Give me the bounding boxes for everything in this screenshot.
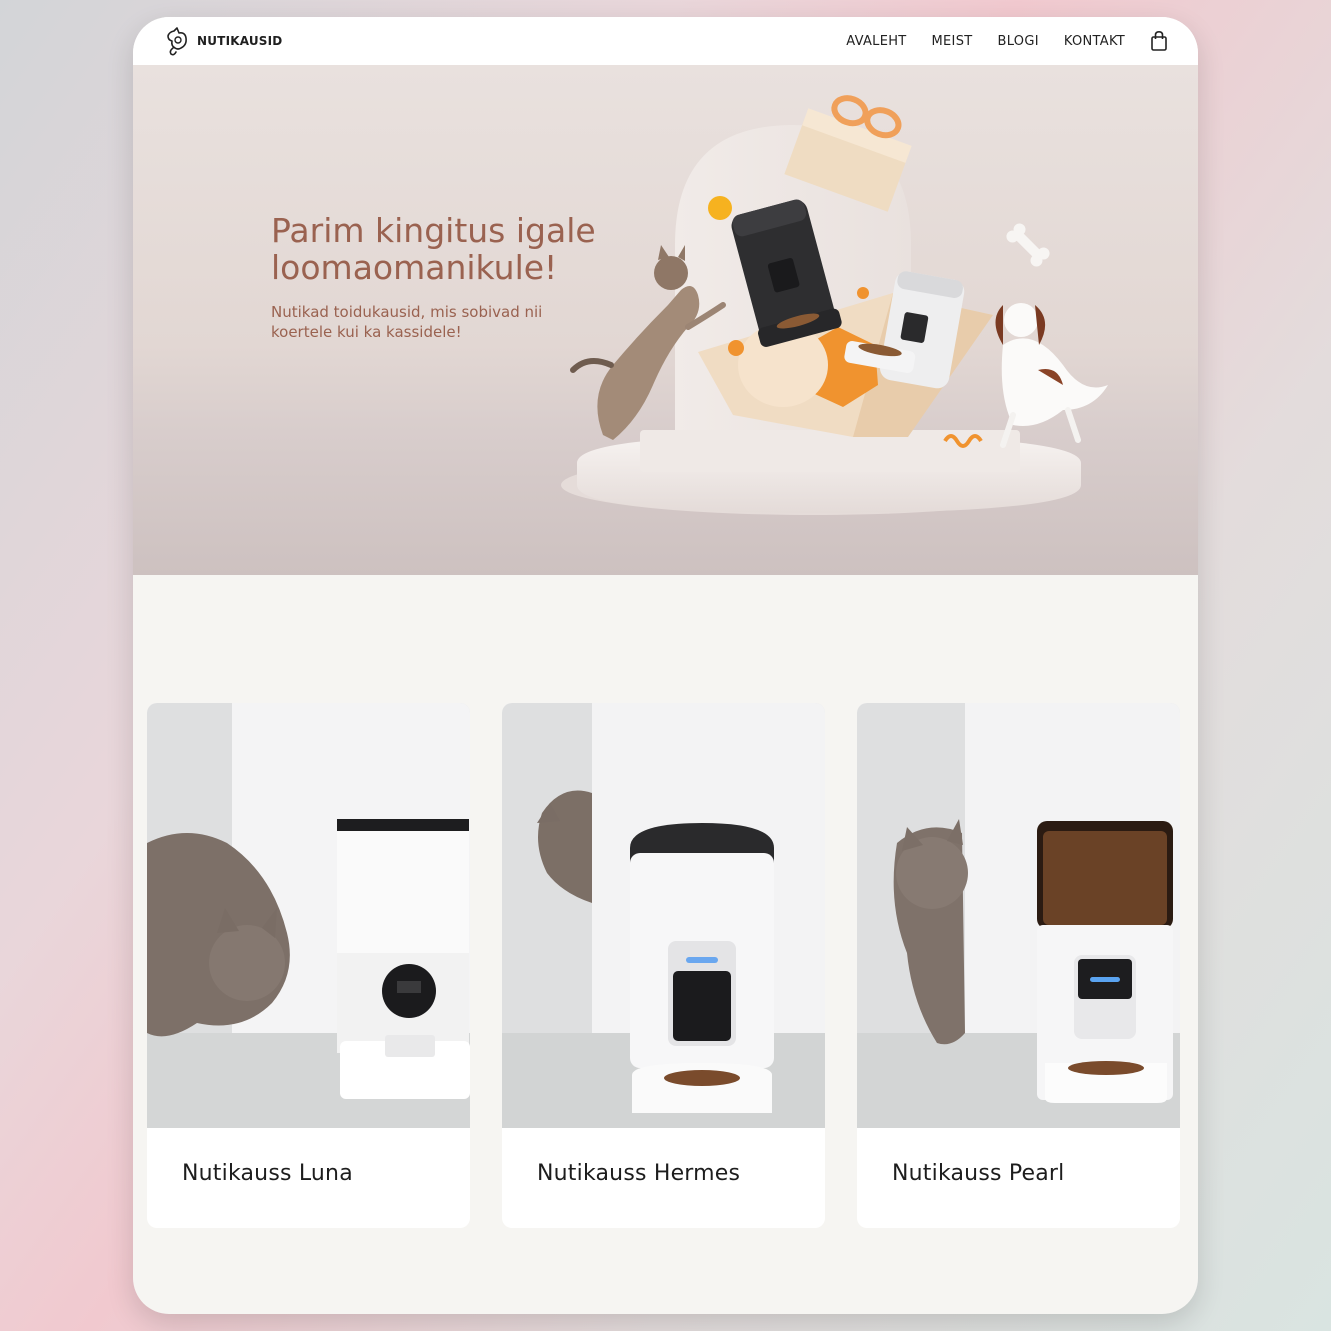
hero-subtitle: Nutikad toidukausid, mis sobivad nii koe… [271, 303, 543, 341]
browser-page: NUTIKAUSID AVALEHT MEIST BLOGI KONTAKT P… [133, 17, 1198, 1314]
top-nav: NUTIKAUSID AVALEHT MEIST BLOGI KONTAKT [133, 17, 1198, 65]
product-name-hermes[interactable]: Nutikauss Hermes [537, 1161, 740, 1186]
cart-button[interactable] [1150, 30, 1168, 52]
product-image-hermes[interactable] [502, 703, 825, 1128]
product-image-luna[interactable] [147, 703, 470, 1128]
product-name-pearl[interactable]: Nutikauss Pearl [892, 1161, 1065, 1186]
nav-link-avaleht[interactable]: AVALEHT [846, 34, 906, 49]
nav-link-kontakt[interactable]: KONTAKT [1064, 34, 1125, 49]
product-card-luna[interactable]: Nutikauss Luna [147, 703, 470, 1228]
product-card-hermes[interactable]: Nutikauss Hermes [502, 703, 825, 1228]
orange-ball-small [728, 340, 744, 356]
dog-bone [1006, 223, 1050, 267]
jumping-dog [995, 303, 1108, 448]
hero-title: Parim kingitus igale loomaomanikule! [271, 211, 596, 287]
orange-ball [708, 196, 732, 220]
product-image-pearl[interactable] [857, 703, 1180, 1128]
cat-logo-icon [167, 27, 187, 56]
brand-logo[interactable]: NUTIKAUSID [165, 25, 282, 57]
hero-banner: Parim kingitus igale loomaomanikule! Nut… [133, 65, 1198, 575]
brand-name: NUTIKAUSID [197, 34, 283, 48]
square-platform [640, 430, 1020, 472]
product-grid: Nutikauss Luna Nutikauss Hermes Nutikaus… [147, 703, 1181, 1228]
orange-dot [857, 287, 869, 299]
nav-link-blogi[interactable]: BLOGI [998, 34, 1039, 49]
nav-link-meist[interactable]: MEIST [932, 34, 973, 49]
product-card-pearl[interactable]: Nutikauss Pearl [857, 703, 1180, 1228]
product-name-luna[interactable]: Nutikauss Luna [182, 1161, 353, 1186]
shopping-bag-icon [1151, 30, 1167, 51]
main-menu: AVALEHT MEIST BLOGI KONTAKT [846, 30, 1168, 52]
